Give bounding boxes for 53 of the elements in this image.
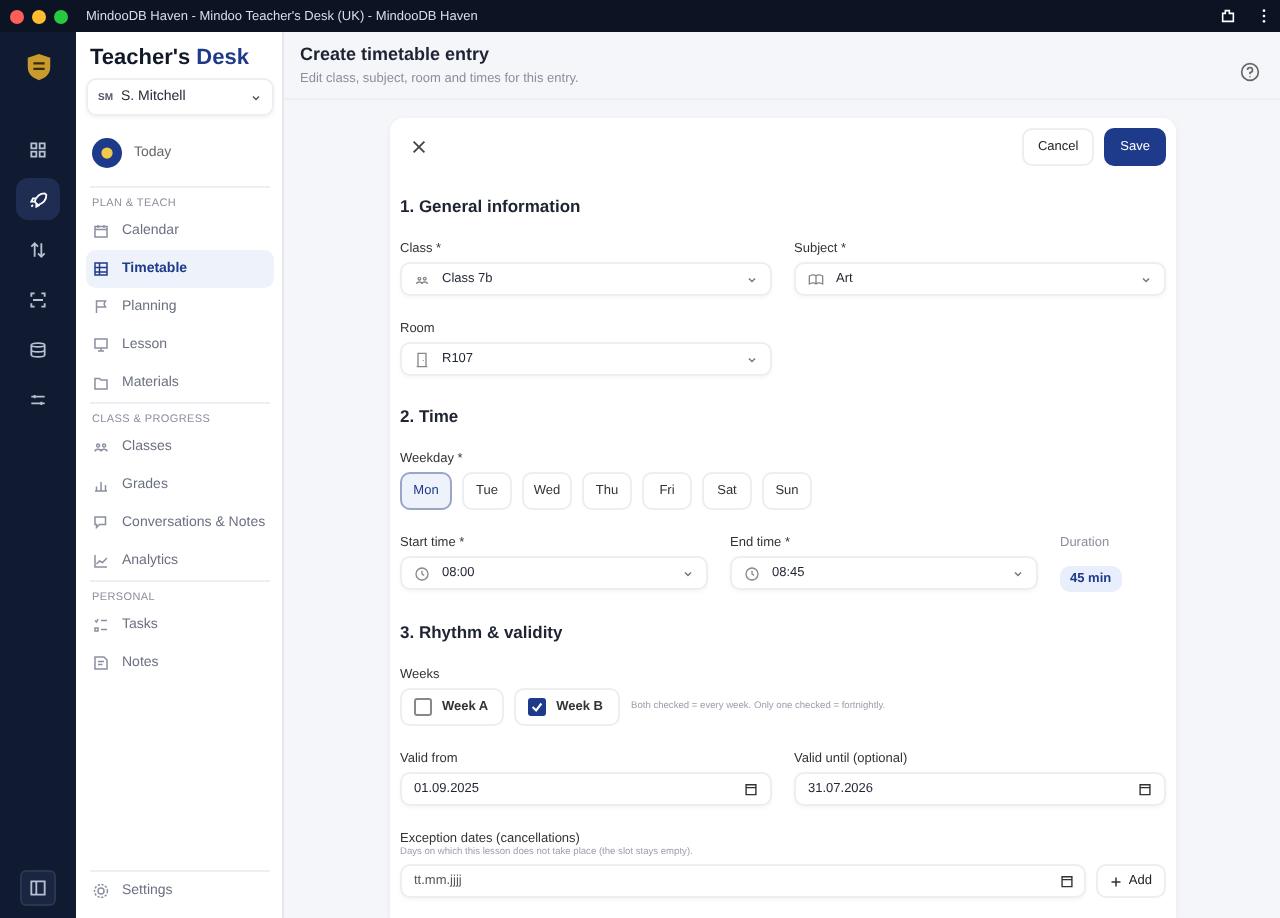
- calendar-icon: [92, 222, 110, 240]
- grid-icon: [28, 139, 48, 159]
- rail-button[interactable]: [16, 178, 60, 220]
- settings-icon: [92, 882, 110, 900]
- checklist-icon: [92, 616, 110, 634]
- sidebar-toggle-button[interactable]: [20, 870, 56, 906]
- shield-logo-icon: [23, 52, 53, 82]
- chevron-down-icon: [746, 273, 758, 285]
- section-heading: 1. General information: [400, 196, 583, 216]
- chevron-down-icon: [250, 91, 262, 103]
- chevron-down-icon: [682, 567, 694, 579]
- calendar-icon[interactable]: [1060, 874, 1075, 888]
- chevron-down-icon: [1012, 567, 1024, 579]
- rocket-icon: [28, 189, 48, 209]
- bar-chart-icon: [92, 476, 110, 494]
- table-icon: [92, 260, 110, 278]
- page-title: Create timetable entry: [300, 44, 492, 64]
- sidebar-panel-icon: [28, 878, 48, 898]
- screen-icon: [92, 336, 110, 354]
- line-chart-icon: [92, 552, 110, 570]
- checkbox[interactable]: [414, 698, 432, 716]
- section-heading: 2. Time: [400, 406, 461, 426]
- sliders-icon: [28, 389, 48, 409]
- plus-icon: [1110, 875, 1123, 887]
- flag-icon: [92, 298, 110, 316]
- close-icon[interactable]: [410, 138, 428, 156]
- clock-icon: [414, 565, 430, 581]
- brand-name: Teacher's: [90, 46, 191, 70]
- arrows-icon: [28, 239, 48, 259]
- scan-icon: [28, 289, 48, 309]
- sun-avatar-icon: [92, 138, 122, 168]
- extension-icon[interactable]: [1220, 8, 1236, 24]
- brand-accent: Desk: [196, 46, 249, 70]
- database-icon: [28, 339, 48, 359]
- checkbox[interactable]: [528, 698, 547, 716]
- chevron-down-icon: [746, 353, 758, 365]
- chat-icon: [92, 514, 110, 532]
- checkmark-icon: [530, 700, 545, 714]
- minimize-window-icon[interactable]: [32, 9, 46, 23]
- people-icon: [92, 438, 110, 456]
- book-icon: [808, 271, 824, 287]
- help-icon[interactable]: [1240, 62, 1260, 82]
- note-icon: [92, 654, 110, 672]
- clock-icon: [744, 565, 760, 581]
- zoom-window-icon[interactable]: [54, 9, 68, 23]
- section-heading: 3. Rhythm & validity: [400, 622, 565, 642]
- folder-icon: [92, 374, 110, 392]
- door-icon: [414, 351, 430, 367]
- close-window-icon[interactable]: [10, 9, 24, 23]
- people-icon: [414, 271, 430, 287]
- calendar-icon[interactable]: [744, 782, 758, 796]
- chevron-down-icon: [1140, 273, 1152, 285]
- calendar-icon[interactable]: [1138, 782, 1152, 796]
